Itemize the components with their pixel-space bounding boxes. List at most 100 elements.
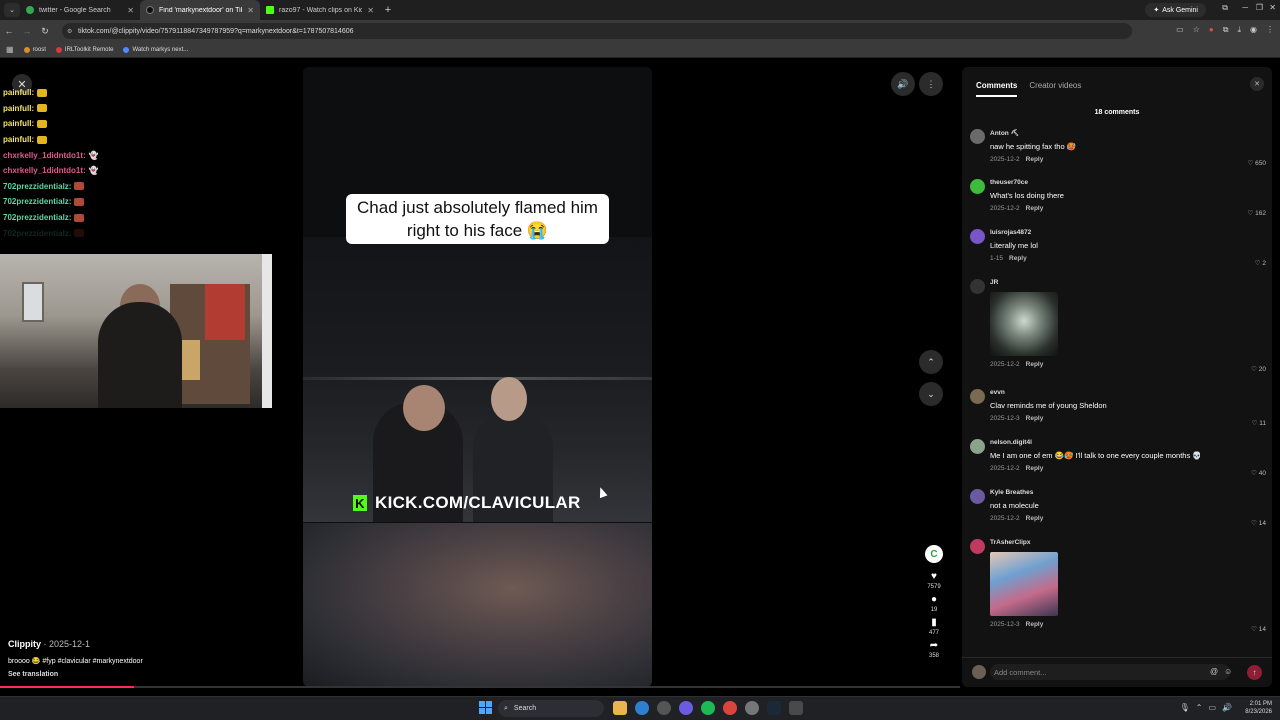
send-comment-button[interactable]: ↑ [1247,665,1262,680]
extension-puzzle-icon[interactable]: ⧉ [1223,25,1229,35]
comment-like-button[interactable]: ♡ 40 [1251,469,1266,477]
close-tab-icon[interactable]: ✕ [127,6,134,15]
chat-username: 702prezzidentialz: [3,197,72,207]
settings-gear-icon[interactable] [745,701,759,715]
tab-comments[interactable]: Comments [976,81,1018,97]
commenter-name[interactable]: nelson.digit4l [990,439,1264,446]
restore-button[interactable]: ❐ [1256,3,1263,12]
creator-avatar[interactable]: C [925,545,943,563]
commenter-name[interactable]: JR [990,279,1264,286]
more-options-icon[interactable]: ⋮ [919,72,943,96]
close-panel-icon[interactable]: ✕ [1250,77,1264,91]
reply-button[interactable]: Reply [1026,156,1044,163]
commenter-name[interactable]: theuser70ce [990,179,1264,186]
microphone-icon[interactable]: 🎙 [1180,703,1190,712]
bookmark-irltoolkit[interactable]: IRLToolkit Remote [55,46,113,53]
comment-like-button[interactable]: ♡ 20 [1251,365,1266,373]
edge-icon[interactable] [635,701,649,715]
comment-like-button[interactable]: ♡ 14 [1251,519,1266,527]
commenter-avatar[interactable] [970,539,985,554]
cast-icon[interactable]: ▭ [1176,25,1184,35]
reply-button[interactable]: Reply [1026,205,1044,212]
network-icon[interactable]: ▭ [1208,703,1216,712]
video-progress-bar[interactable] [0,686,960,688]
share-button[interactable]: ➦ 358 [929,640,939,659]
github-icon[interactable] [657,701,671,715]
comment-like-button[interactable]: ♡ 162 [1248,209,1267,217]
close-window-button[interactable]: ✕ [1269,3,1276,12]
reply-button[interactable]: Reply [1026,415,1044,422]
tray-chevron-icon[interactable]: ⌃ [1196,703,1203,712]
comment-like-button[interactable]: ♡ 11 [1252,419,1266,427]
commenter-name[interactable]: luisrojas4872 [990,229,1264,236]
emoji-icon[interactable]: ☺ [1224,667,1232,676]
comment-button[interactable]: ● 19 [931,594,938,613]
volume-icon[interactable]: 🔊 [891,72,915,96]
forward-button[interactable]: → [18,26,36,36]
commenter-avatar[interactable] [970,179,985,194]
extensions-icon[interactable]: ⧉ [1222,3,1228,13]
app-icon[interactable] [789,701,803,715]
reply-button[interactable]: Reply [1026,621,1044,628]
reload-button[interactable]: ↻ [36,26,54,37]
author-name[interactable]: Clippity [8,639,41,649]
comment-input[interactable]: Add comment... [990,664,1230,680]
spotify-icon[interactable] [701,701,715,715]
reply-button[interactable]: Reply [1009,255,1027,262]
bookmark-watch-markys[interactable]: Watch markys next... [123,46,188,53]
reply-button[interactable]: Reply [1026,515,1044,522]
previous-video-button[interactable]: ⌃ [919,350,943,374]
commenter-avatar[interactable] [970,439,985,454]
comment-image[interactable] [990,292,1058,356]
commenter-name[interactable]: TrAsherClipx [990,539,1264,546]
minimize-button[interactable]: ─ [1242,3,1248,12]
see-translation-link[interactable]: See translation [8,671,298,678]
reply-button[interactable]: Reply [1026,465,1044,472]
commenter-name[interactable]: evvn [990,389,1264,396]
ask-gemini-button[interactable]: ✦ Ask Gemini [1145,3,1206,17]
video-player[interactable]: Chad just absolutely flamed him right to… [303,67,652,687]
volume-tray-icon[interactable]: 🔊 [1222,703,1232,712]
comment-like-button[interactable]: ♡ 14 [1251,625,1266,633]
commenter-avatar[interactable] [970,279,985,294]
new-tab-button[interactable]: + [380,4,396,16]
save-button[interactable]: ▮ 477 [929,617,939,636]
comment-like-button[interactable]: ♡ 2 [1255,259,1266,267]
comment-image[interactable] [990,552,1058,616]
tab-google-search[interactable]: twitter - Google Search ✕ [20,0,140,20]
taskbar-clock[interactable]: 2:01 PM 8/23/2026 [1245,700,1272,716]
mention-icon[interactable]: @ [1210,667,1218,676]
commenter-avatar[interactable] [970,229,985,244]
reply-button[interactable]: Reply [1026,361,1044,368]
extension-record-icon[interactable]: ● [1209,25,1214,35]
tab-search-button[interactable]: ⌄ [4,3,20,17]
commenter-avatar[interactable] [970,389,985,404]
start-button[interactable] [479,701,493,715]
site-info-icon[interactable]: ⚙ [67,28,72,35]
commenter-name[interactable]: Anton ⛏ [990,129,1264,137]
tab-tiktok[interactable]: Find 'markynextdoor' on TikTok ✕ [140,0,260,20]
bookmark-roost[interactable]: roost [23,46,46,53]
chrome-icon[interactable] [723,701,737,715]
apps-grid-icon[interactable]: ▦ [6,45,14,54]
file-explorer-icon[interactable] [613,701,627,715]
back-button[interactable]: ← [0,26,18,36]
tab-creator-videos[interactable]: Creator videos [1029,81,1081,97]
commenter-avatar[interactable] [970,489,985,504]
discord-icon[interactable] [679,701,693,715]
menu-icon[interactable]: ⋮ [1266,25,1274,35]
commenter-avatar[interactable] [970,129,985,144]
taskbar-search[interactable]: ⌕ Search [498,700,604,717]
tab-kick[interactable]: razo97 - Watch clips on Kick ✕ [260,0,380,20]
bookmark-star-icon[interactable]: ☆ [1193,25,1200,35]
commenter-name[interactable]: Kyle Breathes [990,489,1264,496]
address-bar[interactable]: ⚙ tiktok.com/@clippity/video/75791188473… [62,23,1132,39]
comment-like-button[interactable]: ♡ 650 [1248,159,1267,167]
like-button[interactable]: ♥ 7579 [927,571,940,590]
close-tab-icon[interactable]: ✕ [247,6,254,15]
close-tab-icon[interactable]: ✕ [367,6,374,15]
steam-icon[interactable] [767,701,781,715]
next-video-button[interactable]: ⌄ [919,382,943,406]
profile-avatar[interactable]: ◉ [1250,25,1257,35]
download-icon[interactable]: ⤓ [1237,25,1241,35]
